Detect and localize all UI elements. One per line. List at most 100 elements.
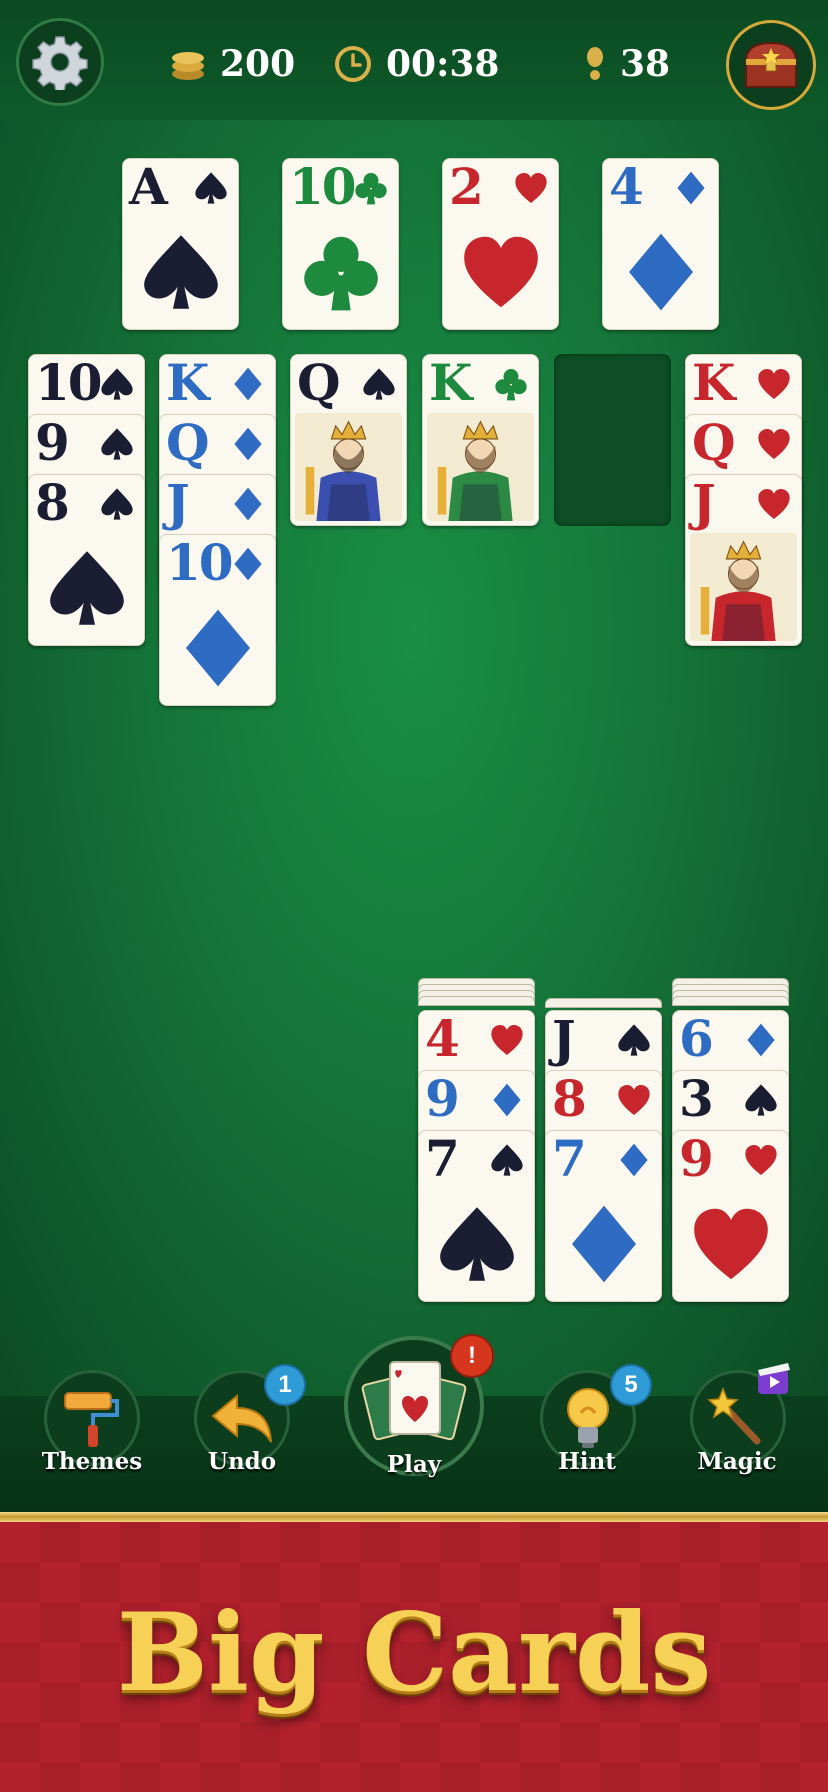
- card-rank: 2: [449, 158, 484, 216]
- spade-icon: [745, 1084, 777, 1116]
- undo-arrow-icon: [211, 1393, 272, 1443]
- playing-card[interactable]: 10: [159, 534, 276, 706]
- card-rank: K: [166, 354, 209, 412]
- card-rank: 10: [166, 534, 234, 592]
- playing-card[interactable]: A: [122, 158, 239, 330]
- spade-icon: [363, 368, 395, 400]
- heart-large-icon: [693, 1208, 768, 1280]
- card-rank: 7: [552, 1130, 587, 1188]
- king-illustration: [427, 413, 534, 521]
- undo-label: Undo: [207, 1448, 277, 1475]
- play-label: Play: [386, 1451, 442, 1478]
- settings-button[interactable]: [16, 18, 104, 106]
- treasure-chest-button[interactable]: [726, 20, 816, 110]
- moves-value: 38: [620, 43, 671, 85]
- coins-icon: [170, 46, 206, 82]
- card-rank: 10: [289, 158, 357, 216]
- banner-gold-border: [0, 1512, 828, 1522]
- playing-card[interactable]: 2: [442, 158, 559, 330]
- clock-icon: [334, 45, 372, 83]
- playing-card[interactable]: 4: [602, 158, 719, 330]
- themes-label: Themes: [41, 1448, 143, 1475]
- spade-large-icon: [439, 1207, 514, 1281]
- diamond-icon: [620, 1143, 648, 1177]
- heart-icon: [491, 1025, 523, 1055]
- playing-card[interactable]: 7: [545, 1130, 662, 1302]
- card-rank: 9: [425, 1070, 460, 1128]
- club-icon: [495, 369, 527, 401]
- card-rank: 7: [425, 1130, 460, 1188]
- face-down-card-edge: [418, 996, 535, 1006]
- heart-icon: [758, 369, 790, 399]
- card-rank: 6: [679, 1010, 714, 1068]
- spade-icon: [491, 1144, 523, 1176]
- banner-title: Big Cards: [116, 1590, 712, 1716]
- card-rank: Q: [297, 354, 341, 412]
- diamond-icon: [234, 427, 262, 461]
- diamond-icon: [234, 547, 262, 581]
- play-alert-badge: !: [450, 1334, 494, 1378]
- club-large-icon: [303, 236, 378, 311]
- card-rank: 10: [35, 354, 103, 412]
- face-down-card-edge: [672, 996, 789, 1006]
- footprint-icon: [584, 46, 606, 82]
- jack-illustration: [690, 533, 797, 641]
- club-icon: [355, 173, 387, 205]
- empty-tableau-slot[interactable]: [554, 354, 671, 526]
- playing-card[interactable]: 8: [28, 474, 145, 646]
- heart-icon: [618, 1085, 650, 1115]
- spade-icon: [101, 368, 133, 400]
- card-rank: Q: [692, 414, 736, 472]
- heart-icon: [515, 173, 547, 203]
- diamond-large-icon: [185, 609, 250, 687]
- spade-icon: [618, 1024, 650, 1056]
- playing-card[interactable]: 7: [418, 1130, 535, 1302]
- card-rank: Q: [166, 414, 210, 472]
- timer-value: 00:38: [386, 43, 500, 85]
- spade-large-icon: [143, 235, 218, 309]
- playing-card[interactable]: 9: [672, 1130, 789, 1302]
- face-down-card-edge: [545, 998, 662, 1008]
- heart-icon: [745, 1145, 777, 1175]
- card-rank: J: [692, 474, 716, 532]
- undo-count-badge: 1: [264, 1364, 306, 1406]
- card-rank: K: [692, 354, 735, 412]
- spade-icon: [101, 488, 133, 520]
- card-rank: 8: [552, 1070, 587, 1128]
- heart-icon: [758, 429, 790, 459]
- diamond-icon: [234, 367, 262, 401]
- timer-display: 00:38: [334, 38, 499, 90]
- magic-label: Magic: [697, 1448, 777, 1475]
- playing-card[interactable]: J: [685, 474, 802, 646]
- spade-icon: [195, 172, 227, 204]
- diamond-large-icon: [571, 1205, 636, 1283]
- queen-illustration: [295, 413, 402, 521]
- playing-card[interactable]: Q: [290, 354, 407, 526]
- diamond-large-icon: [628, 233, 693, 311]
- spade-large-icon: [49, 551, 124, 625]
- card-rank: 3: [679, 1070, 714, 1128]
- hint-label: Hint: [558, 1448, 616, 1475]
- card-rank: K: [429, 354, 472, 412]
- card-rank: J: [166, 474, 190, 532]
- playing-card[interactable]: K: [422, 354, 539, 526]
- card-rank: 8: [35, 474, 70, 532]
- diamond-icon: [677, 171, 705, 205]
- diamond-icon: [493, 1083, 521, 1117]
- spade-icon: [101, 428, 133, 460]
- heart-icon: [758, 489, 790, 519]
- lightbulb-icon: [567, 1388, 609, 1448]
- playing-card[interactable]: 10: [282, 158, 399, 330]
- card-rank: 4: [609, 158, 644, 216]
- diamond-icon: [747, 1023, 775, 1057]
- video-ad-icon: [756, 1360, 794, 1396]
- card-rank: 4: [425, 1010, 460, 1068]
- coins-value: 200: [220, 43, 296, 85]
- diamond-icon: [234, 487, 262, 521]
- card-rank: J: [552, 1010, 576, 1068]
- gear-icon: [32, 36, 88, 90]
- coins-display: 200: [170, 38, 295, 90]
- paint-roller-icon: [64, 1392, 119, 1447]
- moves-display: 38: [584, 38, 670, 90]
- treasure-chest-icon: [744, 41, 798, 88]
